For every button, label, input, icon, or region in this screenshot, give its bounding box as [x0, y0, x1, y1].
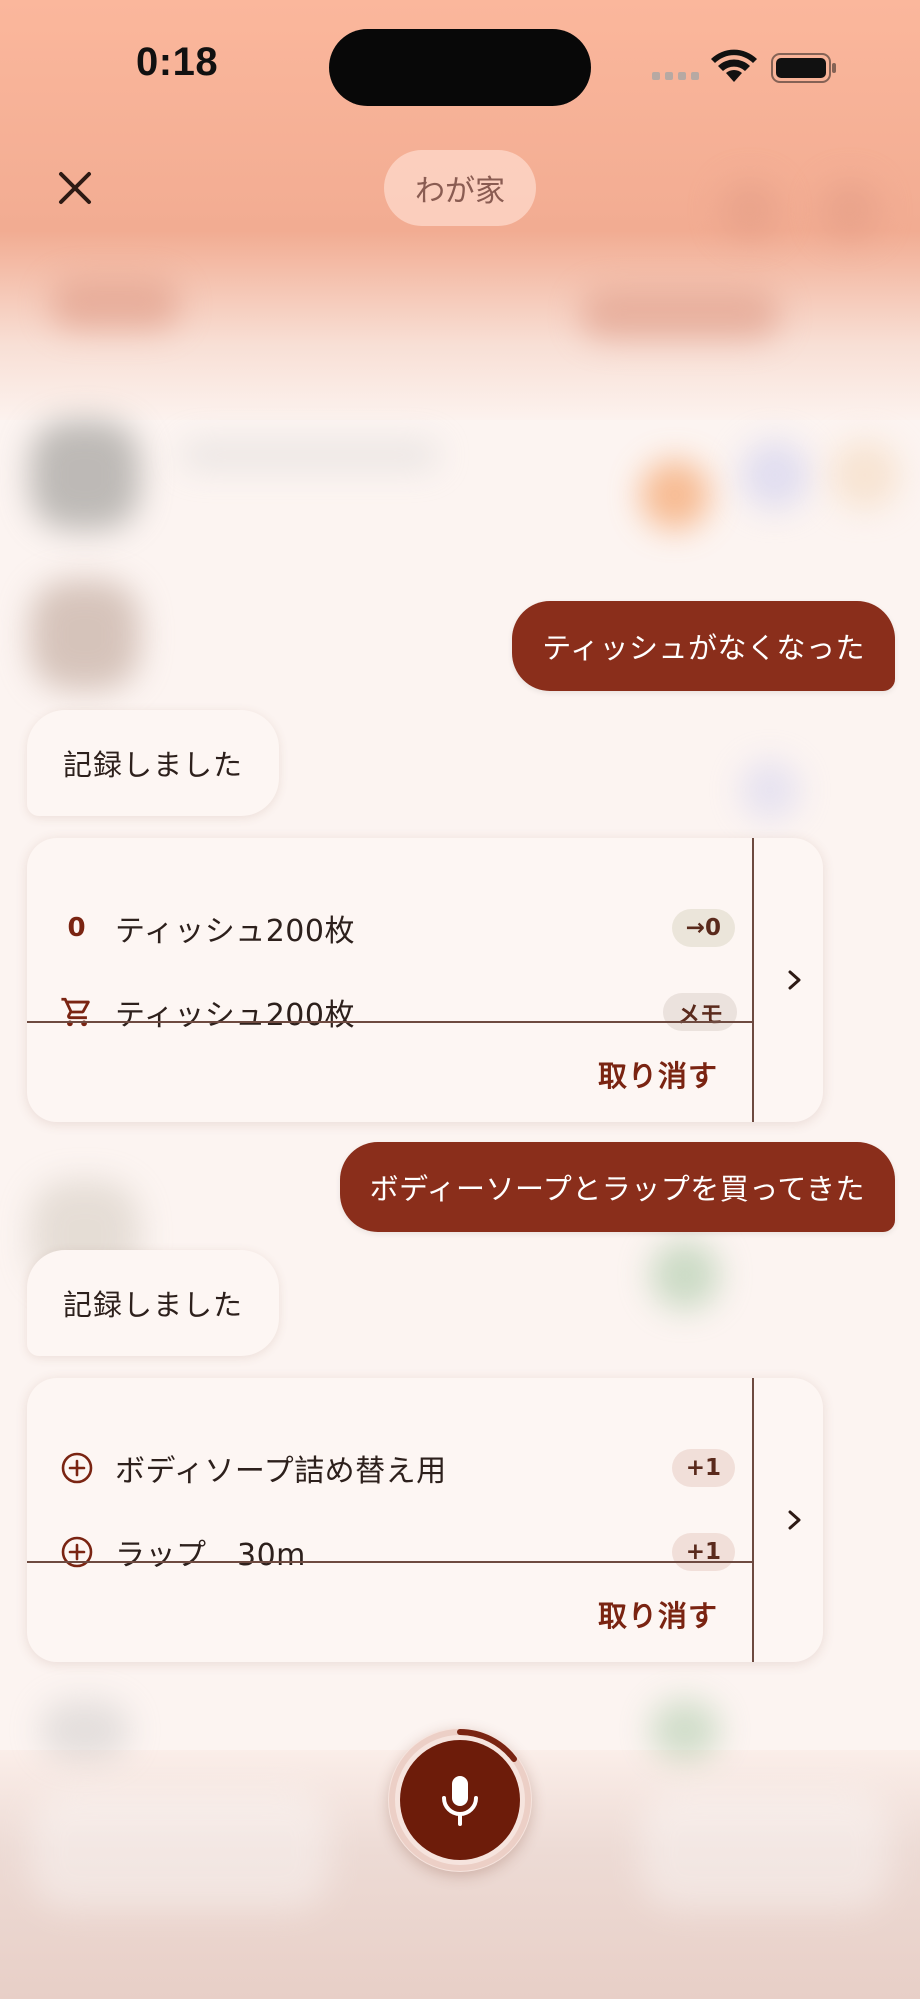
mic-button[interactable]	[400, 1740, 520, 1860]
divider	[27, 1561, 753, 1563]
status-time: 0:18	[136, 40, 219, 84]
record-result-card: ボディソープ詰め替え用 +1 ラップ 30m +1 取り消す	[27, 1378, 823, 1662]
divider	[752, 1378, 754, 1662]
close-button[interactable]	[50, 163, 100, 213]
user-message: ボディーソープとラップを買ってきた	[339, 1142, 895, 1232]
status-icons	[650, 48, 840, 88]
chevron-right-icon[interactable]	[782, 1504, 808, 1536]
close-icon	[59, 172, 91, 204]
plus-circle-icon	[52, 1444, 101, 1493]
result-item[interactable]: ボディソープ詰め替え用 +1	[27, 1426, 753, 1510]
home-title[interactable]: わが家	[384, 150, 536, 226]
item-name: ティッシュ200枚	[115, 998, 355, 1033]
cart-icon	[52, 988, 101, 1037]
wifi-icon	[711, 49, 757, 82]
stock-count: 0	[67, 913, 86, 943]
item-name: ティッシュ200枚	[115, 914, 355, 949]
result-item[interactable]: 0 ティッシュ200枚 →0	[27, 886, 753, 970]
divider	[27, 1021, 753, 1023]
battery-icon	[771, 53, 836, 83]
chevron-right-icon[interactable]	[782, 964, 808, 996]
item-name: ラップ 30m	[115, 1538, 306, 1573]
undo-button[interactable]: 取り消す	[598, 1053, 718, 1095]
record-result-card: 0 ティッシュ200枚 →0 ティッシュ200枚 メモ 取り消す	[27, 838, 823, 1122]
change-badge: +1	[671, 1533, 735, 1571]
divider	[752, 838, 754, 1122]
user-message: ティッシュがなくなった	[512, 601, 895, 691]
dynamic-island	[329, 29, 591, 106]
change-badge: +1	[671, 1449, 735, 1487]
cellular-icon	[652, 72, 699, 80]
item-name: ボディソープ詰め替え用	[115, 1454, 447, 1489]
plus-circle-icon	[52, 1528, 101, 1577]
change-badge: →0	[671, 909, 735, 947]
result-item[interactable]: ラップ 30m +1	[27, 1510, 753, 1594]
mic-icon	[442, 1776, 478, 1826]
result-item[interactable]: ティッシュ200枚 メモ	[27, 970, 753, 1054]
undo-button[interactable]: 取り消す	[598, 1593, 718, 1635]
memo-badge: メモ	[663, 993, 737, 1031]
assistant-message: 記録しました	[27, 710, 280, 816]
assistant-message: 記録しました	[27, 1250, 280, 1356]
